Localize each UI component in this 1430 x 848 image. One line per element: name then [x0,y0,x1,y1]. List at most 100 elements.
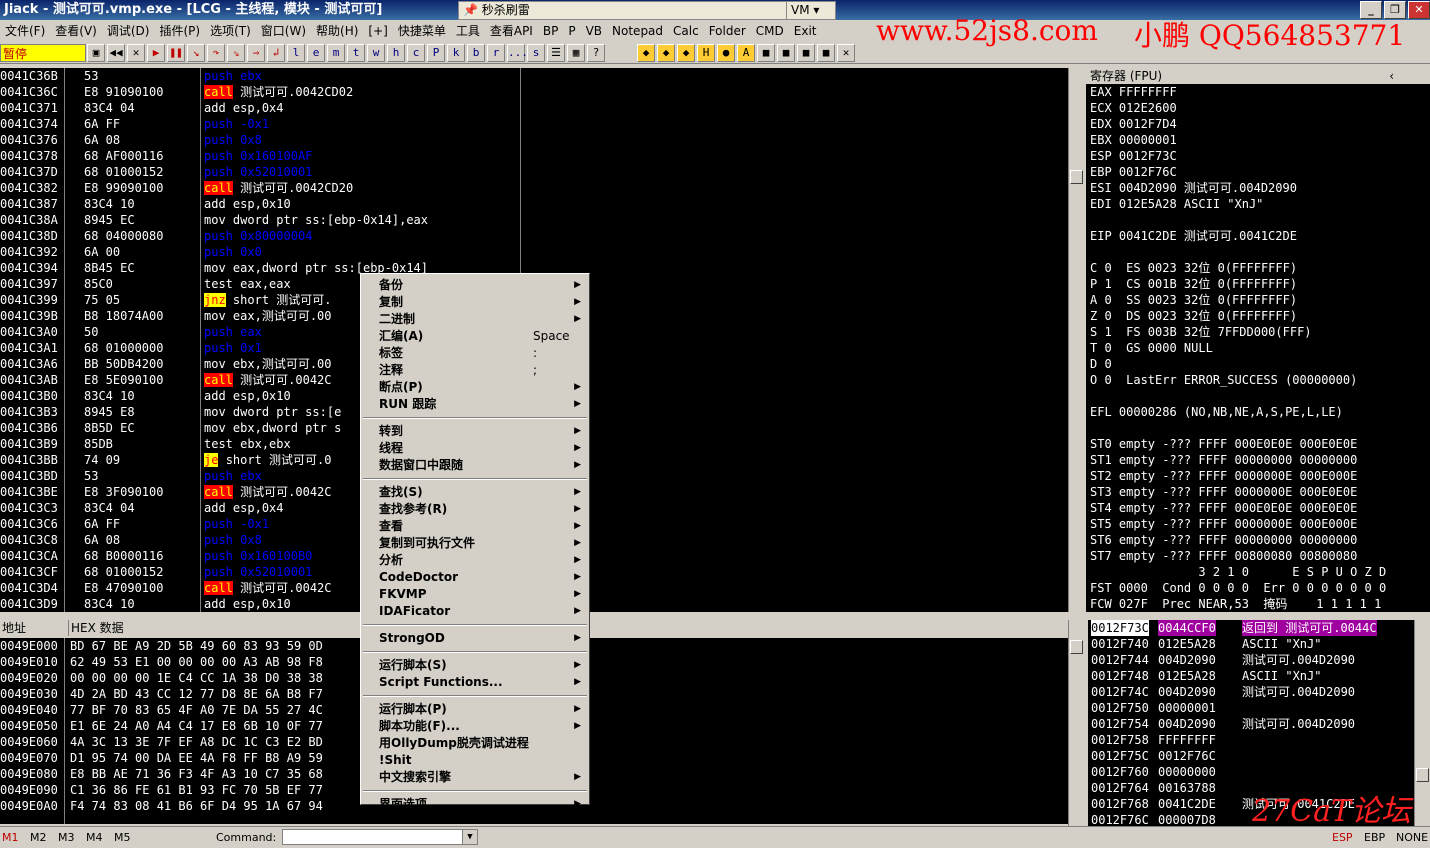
plugin4-icon[interactable]: ● [717,43,735,62]
context-menu-item[interactable]: 复制到可执行文件 ▶ [361,535,589,552]
toolbar-window-button[interactable]: w [367,43,385,62]
rewind-icon[interactable]: ◀◀ [107,43,125,62]
cpu-row[interactable]: 0041C374 6A FF push -0x1 [0,116,1068,132]
context-menu-item[interactable]: 中文搜索引擎 ▶ [361,769,589,786]
cpu-row[interactable]: 0041C387 83C4 10 add esp,0x10 [0,196,1068,212]
register-line[interactable]: ST7 empty -??? FFFF 00800080 00800080 [1086,548,1430,564]
context-menu-item[interactable]: 查找参考(R) ▶ [361,501,589,518]
register-line[interactable]: EFL 00000286 (NO,NB,NE,A,S,PE,L,LE) [1086,404,1430,420]
plugin3-icon[interactable]: ◆ [677,43,695,62]
context-menu-item[interactable]: 用OllyDump脱壳调试进程 [361,735,589,752]
dump-scroll-thumb[interactable] [1070,640,1083,654]
context-menu-item[interactable]: StrongOD ▶ [361,630,589,647]
register-line[interactable]: 3 2 1 0 E S P U O Z D [1086,564,1430,580]
context-menu-item[interactable]: 线程 ▶ [361,440,589,457]
toolbar-window-button[interactable]: ... [507,43,528,62]
cpu-scrollbar[interactable] [1068,68,1084,612]
dump-col-address[interactable]: 地址 [2,620,26,636]
context-menu-item[interactable]: 分析 ▶ [361,552,589,569]
plugin6-icon[interactable]: ■ [777,43,795,62]
stack-row[interactable]: 0012F740 012E5A28 ASCII "XnJ" [1088,636,1430,652]
close-icon[interactable]: ✕ [127,43,145,62]
memory-tab[interactable]: M3 [58,827,84,848]
cpu-row[interactable]: 0041C392 6A 00 push 0x0 [0,244,1068,260]
context-menu-item[interactable]: Script Functions... ▶ [361,674,589,691]
dump-scrollbar[interactable] [1068,620,1084,826]
register-line[interactable]: ST6 empty -??? FFFF 00000000 00000000 [1086,532,1430,548]
toolbar-window-button[interactable]: s [527,43,545,62]
cpu-row[interactable]: 0041C371 83C4 04 add esp,0x4 [0,100,1068,116]
taskbar-button[interactable]: 📌 秒杀刷雷 [458,1,790,20]
toolbar-window-button[interactable]: c [407,43,425,62]
plugin9-icon[interactable]: ✕ [837,43,855,62]
plugin-hbp-icon[interactable]: H [697,43,715,62]
memory-tab[interactable]: M1 [2,827,28,848]
context-menu-item[interactable]: 标签: [361,345,589,362]
menu-item[interactable]: 文件(F) [0,20,50,42]
context-menu-item[interactable]: !Shit [361,752,589,769]
context-menu-item[interactable]: 二进制 ▶ [361,311,589,328]
register-line[interactable] [1086,420,1430,436]
context-menu-item[interactable]: CodeDoctor ▶ [361,569,589,586]
menu-item[interactable]: 窗口(W) [256,20,311,42]
context-menu-item[interactable]: RUN 跟踪 ▶ [361,396,589,413]
register-line[interactable] [1086,244,1430,260]
menu-item[interactable]: 快捷菜单 [393,20,451,42]
run-icon[interactable]: ▶ [147,43,165,62]
stack-row[interactable]: 0012F75C 0012F76C [1088,748,1430,764]
command-input[interactable] [282,829,478,845]
stack-scroll-thumb[interactable] [1416,768,1429,782]
stack-row[interactable]: 0012F73C 0044CCF0 返回到 测试可可.0044C [1088,620,1430,636]
toolbar-window-button[interactable]: r [487,43,505,62]
cpu-row[interactable]: 0041C36C E8 91090100 call 测试可可.0042CD02 [0,84,1068,100]
list-icon[interactable]: ☰ [547,43,565,62]
menu-item[interactable]: [+] [363,20,392,42]
context-menu-item[interactable]: FKVMP ▶ [361,586,589,603]
context-menu-item[interactable]: IDAFicator ▶ [361,603,589,620]
memory-tab[interactable]: M4 [86,827,112,848]
chevron-left-icon[interactable]: ‹ [1389,68,1394,84]
menu-item[interactable]: 查看API [485,20,538,42]
toolbar-window-button[interactable]: e [307,43,325,62]
plugin7-icon[interactable]: ■ [797,43,815,62]
register-line[interactable]: EAX FFFFFFFF [1086,84,1430,100]
cpu-row[interactable]: 0041C37D 68 01000152 push 0x52010001 [0,164,1068,180]
toolbar-window-button[interactable]: k [447,43,465,62]
stack-row[interactable]: 0012F74C 004D2090 测试可可.004D2090 [1088,684,1430,700]
plugin5-icon[interactable]: ■ [757,43,775,62]
memory-tab[interactable]: M5 [114,827,140,848]
register-line[interactable]: ST5 empty -??? FFFF 0000000E 000E000E [1086,516,1430,532]
stack-scrollbar[interactable] [1414,620,1430,826]
context-menu-item[interactable]: 汇编(A) Space [361,328,589,345]
plugin-asm-icon[interactable]: A [737,43,755,62]
register-line[interactable] [1086,388,1430,404]
toolbar-window-button[interactable]: t [347,43,365,62]
register-line[interactable] [1086,212,1430,228]
registers-header[interactable]: 寄存器 (FPU) ‹ [1086,68,1430,84]
register-line[interactable]: EDI 012E5A28 ASCII "XnJ" [1086,196,1430,212]
cpu-row[interactable]: 0041C36B 53 push ebx [0,68,1068,84]
stack-row[interactable]: 0012F748 012E5A28 ASCII "XnJ" [1088,668,1430,684]
register-line[interactable]: S 1 FS 003B 32位 7FFDD000(FFF) [1086,324,1430,340]
menu-item[interactable]: 插件(P) [154,20,205,42]
plugin2-icon[interactable]: ◆ [657,43,675,62]
context-menu-item[interactable]: 查找(S) ▶ [361,484,589,501]
context-menu-item[interactable]: 注释; [361,362,589,379]
context-menu-item[interactable]: 复制 ▶ [361,294,589,311]
help-icon[interactable]: ? [587,43,605,62]
register-line[interactable]: Z 0 DS 0023 32位 0(FFFFFFFF) [1086,308,1430,324]
cpu-row[interactable]: 0041C382 E8 99090100 call 测试可可.0042CD20 [0,180,1068,196]
stack-row[interactable]: 0012F750 00000001 [1088,700,1430,716]
context-menu-item[interactable]: 转到 ▶ [361,423,589,440]
stack-row[interactable]: 0012F758 FFFFFFFF [1088,732,1430,748]
menu-item[interactable]: 工具 [451,20,485,42]
menu-item[interactable]: 查看(V) [50,20,102,42]
menu-item[interactable]: 选项(T) [205,20,256,42]
cpu-row[interactable]: 0041C378 68 AF000116 push 0x160100AF [0,148,1068,164]
menu-item[interactable]: Exit [789,20,822,42]
register-line[interactable]: ECX 012E2600 [1086,100,1430,116]
context-menu-item[interactable]: 脚本功能(F)... ▶ [361,718,589,735]
toolbar-window-button[interactable]: P [427,43,445,62]
register-line[interactable]: ST4 empty -??? FFFF 000E0E0E 000E0E0E [1086,500,1430,516]
trace-into-icon[interactable]: ⇘ [227,43,245,62]
